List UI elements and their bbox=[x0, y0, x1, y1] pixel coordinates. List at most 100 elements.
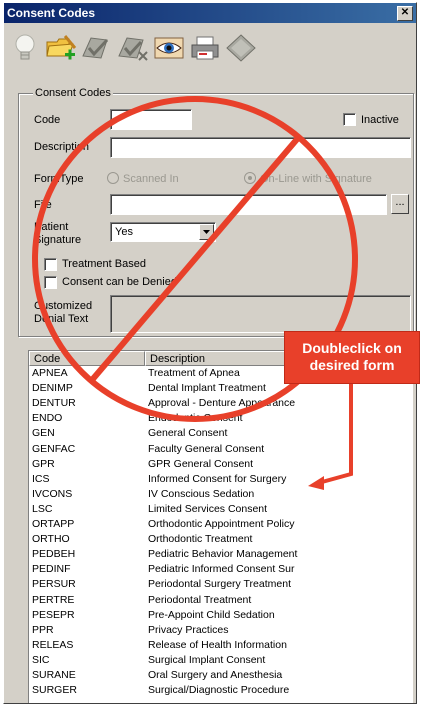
row-code: PPR bbox=[32, 623, 54, 636]
file-input[interactable] bbox=[110, 194, 387, 215]
diamond-icon[interactable] bbox=[224, 31, 258, 65]
row-code: RELEAS bbox=[32, 638, 74, 651]
row-code: PESEPR bbox=[32, 608, 75, 621]
row-code: DENTUR bbox=[32, 397, 76, 410]
description-input[interactable] bbox=[110, 137, 411, 158]
row-description: Pre-Appoint Child Sedation bbox=[148, 608, 275, 621]
formtype-label: FormType bbox=[34, 173, 84, 185]
row-description: Treatment of Apnea bbox=[148, 367, 240, 379]
table-row[interactable]: ENDO Endodontic Consent bbox=[29, 413, 413, 424]
row-description: Pediatric Informed Consent Sur bbox=[148, 563, 295, 576]
code-label: Code bbox=[34, 114, 61, 126]
table-row[interactable]: DENTUR Approval - Denture Appearance bbox=[29, 398, 413, 409]
row-code: GEN bbox=[32, 427, 55, 440]
row-description: Dental Implant Treatment bbox=[148, 382, 266, 395]
row-description: Orthodontic Appointment Policy bbox=[148, 518, 295, 530]
row-description: Surgical/Diagnostic Procedure bbox=[148, 684, 290, 697]
row-code: PERSUR bbox=[32, 578, 76, 591]
description-label: Description bbox=[34, 141, 90, 153]
add-folder-icon[interactable] bbox=[44, 31, 78, 65]
table-row[interactable]: SURGER Surgical/Diagnostic Procedure bbox=[29, 685, 413, 696]
row-description: Pediatric Behavior Management bbox=[148, 548, 298, 561]
row-code: IVCONS bbox=[32, 487, 73, 500]
table-row[interactable]: PERSUR Periodontal Surgery Treatment bbox=[29, 579, 413, 590]
row-description: Informed Consent for Surgery bbox=[148, 472, 287, 485]
row-code: ORTAPP bbox=[32, 518, 75, 530]
row-description: Periodontal Treatment bbox=[148, 593, 252, 606]
table-row[interactable]: GEN General Consent bbox=[29, 428, 413, 439]
row-code: PEDINF bbox=[32, 563, 71, 576]
table-row[interactable]: PEDINF Pediatric Informed Consent Sur bbox=[29, 564, 413, 575]
code-input[interactable] bbox=[110, 109, 192, 130]
column-header-code[interactable]: Code bbox=[29, 351, 145, 366]
patient-signature-label-1: Patient bbox=[34, 221, 69, 233]
row-description: Orthodontic Treatment bbox=[148, 533, 253, 546]
row-description: GPR General Consent bbox=[148, 457, 254, 470]
callout-line-1: Doubleclick on bbox=[302, 340, 402, 356]
table-row[interactable]: GENFAC Faculty General Consent bbox=[29, 442, 413, 455]
row-code: PERTRE bbox=[32, 593, 75, 606]
scanned-in-radio[interactable] bbox=[107, 172, 119, 184]
table-row[interactable]: ORTHO Orthodontic Treatment bbox=[29, 534, 413, 545]
row-description: Approval - Denture Appearance bbox=[148, 397, 296, 410]
file-label: File bbox=[34, 199, 52, 211]
row-code: LSC bbox=[32, 502, 53, 515]
row-description: Surgical Implant Consent bbox=[148, 653, 266, 666]
table-row[interactable]: PESEPR Pre-Appoint Child Sedation bbox=[29, 608, 413, 621]
row-code: APNEA bbox=[32, 367, 68, 379]
close-button[interactable]: ✕ bbox=[397, 6, 413, 21]
table-row[interactable]: LSC Limited Services Consent bbox=[29, 502, 413, 515]
inactive-checkbox[interactable] bbox=[343, 113, 356, 126]
table-row[interactable]: PPR Privacy Practices bbox=[29, 623, 413, 636]
browse-button[interactable]: ... bbox=[391, 194, 409, 214]
patient-signature-label-2: Signature bbox=[34, 234, 82, 246]
toolbar bbox=[4, 25, 416, 71]
row-code: SIC bbox=[32, 653, 50, 666]
row-code: SURGER bbox=[32, 684, 77, 697]
patient-signature-select[interactable]: Yes bbox=[110, 222, 216, 242]
chevron-down-icon[interactable] bbox=[199, 224, 214, 240]
patient-signature-value: Yes bbox=[115, 226, 133, 238]
reject-icon[interactable] bbox=[116, 31, 150, 65]
view-eye-icon[interactable] bbox=[152, 31, 186, 65]
table-row[interactable]: IVCONS IV Conscious Sedation bbox=[29, 487, 413, 500]
lightbulb-icon[interactable] bbox=[8, 31, 42, 65]
row-description: IV Conscious Sedation bbox=[148, 487, 255, 500]
table-row[interactable]: RELEAS Release of Health Information bbox=[29, 638, 413, 651]
table-row[interactable]: PERTRE Periodontal Treatment bbox=[29, 593, 413, 606]
table-row[interactable]: PEDBEH Pediatric Behavior Management bbox=[29, 549, 413, 560]
denial-text-label-1: Customized bbox=[34, 300, 93, 312]
group-label: Consent Codes bbox=[33, 87, 113, 99]
table-row[interactable]: DENIMP Dental Implant Treatment bbox=[29, 383, 413, 394]
row-description: Oral Surgery and Anesthesia bbox=[148, 669, 283, 681]
row-description: General Consent bbox=[148, 427, 228, 440]
inactive-label: Inactive bbox=[361, 114, 399, 126]
row-description: Faculty General Consent bbox=[148, 442, 265, 455]
consent-denied-checkbox[interactable] bbox=[44, 276, 57, 289]
table-row[interactable]: SIC Surgical Implant Consent bbox=[29, 653, 413, 666]
callout-line-2: desired form bbox=[309, 357, 395, 373]
table-row[interactable]: ICS Informed Consent for Surgery bbox=[29, 472, 413, 485]
row-description: Periodontal Surgery Treatment bbox=[148, 578, 291, 591]
online-signature-radio[interactable] bbox=[244, 172, 256, 184]
scanned-in-label: Scanned In bbox=[123, 173, 179, 185]
row-description: Release of Health Information bbox=[148, 638, 287, 651]
row-description: Endodontic Consent bbox=[148, 412, 243, 425]
denial-text-area[interactable] bbox=[110, 295, 411, 333]
title-bar: Consent Codes ✕ bbox=[4, 3, 416, 23]
table-row[interactable]: ORTAPP Orthodontic Appointment Policy bbox=[29, 519, 413, 530]
row-code: GPR bbox=[32, 457, 55, 470]
table-row[interactable]: GPR GPR General Consent bbox=[29, 457, 413, 470]
row-code: PEDBEH bbox=[32, 548, 76, 561]
row-description: Limited Services Consent bbox=[148, 502, 268, 515]
treatment-based-checkbox[interactable] bbox=[44, 258, 57, 271]
window-title: Consent Codes bbox=[7, 6, 96, 20]
printer-icon[interactable] bbox=[188, 31, 222, 65]
consent-code-list[interactable]: Code Description APNEA Treatment of Apnea… bbox=[28, 350, 413, 703]
row-code: ENDO bbox=[32, 412, 63, 425]
approve-icon[interactable] bbox=[80, 31, 114, 65]
row-code: SURANE bbox=[32, 669, 76, 681]
table-row[interactable]: SURANE Oral Surgery and Anesthesia bbox=[29, 670, 413, 681]
row-description: Privacy Practices bbox=[148, 623, 229, 636]
online-signature-label: On-Line with Signature bbox=[260, 173, 372, 185]
